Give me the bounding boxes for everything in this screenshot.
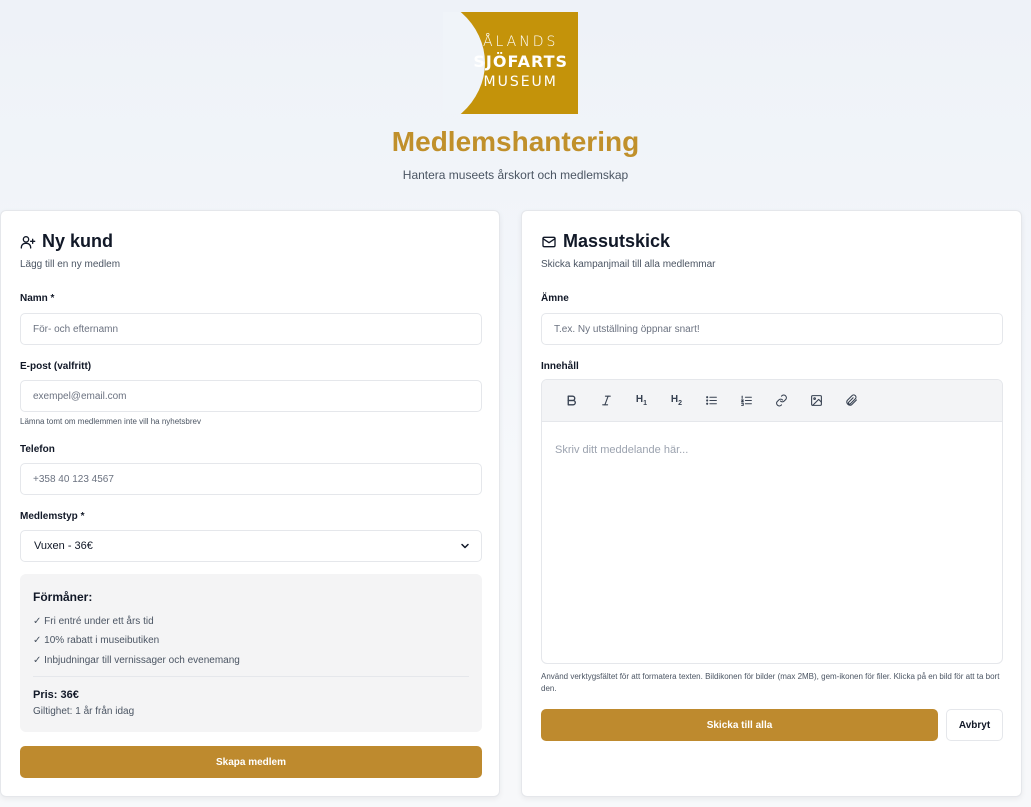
name-input[interactable] <box>20 313 482 345</box>
editor-hint: Använd verktygsfältet för att formatera … <box>541 672 1000 693</box>
subject-input[interactable] <box>541 313 1003 345</box>
page-subtitle: Hantera museets årskort och medlemskap <box>402 168 629 182</box>
mass-mail-card: Massutskick Skicka kampanjmail till alla… <box>521 210 1022 797</box>
cancel-button[interactable]: Avbryt <box>946 709 1003 741</box>
attachment-button[interactable] <box>834 388 869 414</box>
mass-mail-title: Massutskick <box>563 231 671 251</box>
heading-2-icon: H2 <box>670 394 683 407</box>
paperclip-icon <box>846 394 857 406</box>
send-to-all-button[interactable]: Skicka till alla <box>541 709 938 741</box>
membership-type-label: Medlemstyp * <box>20 511 85 522</box>
mail-icon <box>542 236 556 247</box>
membership-type-value: Vuxen - 36€ <box>34 540 93 552</box>
benefit-item: ✓ Inbjudningar till vernissager och even… <box>33 655 240 666</box>
benefits-box: Förmåner: ✓ Fri entré under ett års tid … <box>20 574 482 732</box>
logo-line-2: SJÖFARTS <box>473 52 568 71</box>
new-customer-header: Ny kund <box>20 231 113 252</box>
bold-icon <box>567 395 576 406</box>
numbered-list-icon <box>741 395 752 406</box>
editor-content-area[interactable]: Skriv ditt meddelande här... <box>555 444 688 456</box>
new-customer-title: Ny kund <box>42 231 114 251</box>
link-button[interactable] <box>764 388 799 414</box>
new-customer-subtitle: Lägg till en ny medlem <box>20 259 121 270</box>
numbered-list-button[interactable] <box>729 388 764 414</box>
heading-1-icon: H1 <box>635 394 648 407</box>
bullet-list-icon <box>706 396 717 405</box>
benefits-divider <box>33 676 469 677</box>
benefit-item: ✓ 10% rabatt i museibutiken <box>33 635 160 646</box>
bullet-list-button[interactable] <box>694 388 729 414</box>
new-customer-card: Ny kund Lägg till en ny medlem Namn * E-… <box>0 210 500 797</box>
chevron-down-icon <box>461 543 469 549</box>
name-label: Namn * <box>20 293 55 304</box>
membership-validity: Giltighet: 1 år från idag <box>33 706 135 717</box>
user-plus-icon <box>20 235 36 249</box>
italic-icon <box>602 395 611 406</box>
italic-button[interactable] <box>589 388 624 414</box>
rich-text-editor: H1 H2 Skriv ditt meddelande här... <box>541 379 1003 664</box>
heading-2-button[interactable]: H2 <box>659 388 694 414</box>
mass-mail-subtitle: Skicka kampanjmail till alla medlemmar <box>541 259 716 270</box>
image-icon <box>811 395 822 406</box>
phone-label: Telefon <box>20 444 55 455</box>
benefits-title: Förmåner: <box>33 590 93 604</box>
page-title: Medlemshantering <box>391 126 640 157</box>
bold-button[interactable] <box>554 388 589 414</box>
benefit-item: ✓ Fri entré under ett års tid <box>33 616 154 627</box>
phone-input[interactable] <box>20 463 482 495</box>
membership-type-select[interactable]: Vuxen - 36€ <box>20 530 482 562</box>
email-input[interactable] <box>20 380 482 412</box>
subject-label: Ämne <box>541 293 569 304</box>
heading-1-button[interactable]: H1 <box>624 388 659 414</box>
logo-line-1: ÅLANDS <box>482 34 559 50</box>
email-hint: Lämna tomt om medlemmen inte vill ha nyh… <box>20 417 201 426</box>
membership-price: Pris: 36€ <box>33 689 79 701</box>
museum-logo: ÅLANDS SJÖFARTS MUSEUM <box>443 12 578 114</box>
logo-line-3: MUSEUM <box>483 74 558 90</box>
content-label: Innehåll <box>541 361 579 372</box>
email-label: E-post (valfritt) <box>20 361 92 372</box>
editor-toolbar: H1 H2 <box>542 380 1002 422</box>
mass-mail-header: Massutskick <box>541 231 670 252</box>
link-icon <box>776 394 787 407</box>
create-member-button[interactable]: Skapa medlem <box>20 746 482 778</box>
image-button[interactable] <box>799 388 834 414</box>
